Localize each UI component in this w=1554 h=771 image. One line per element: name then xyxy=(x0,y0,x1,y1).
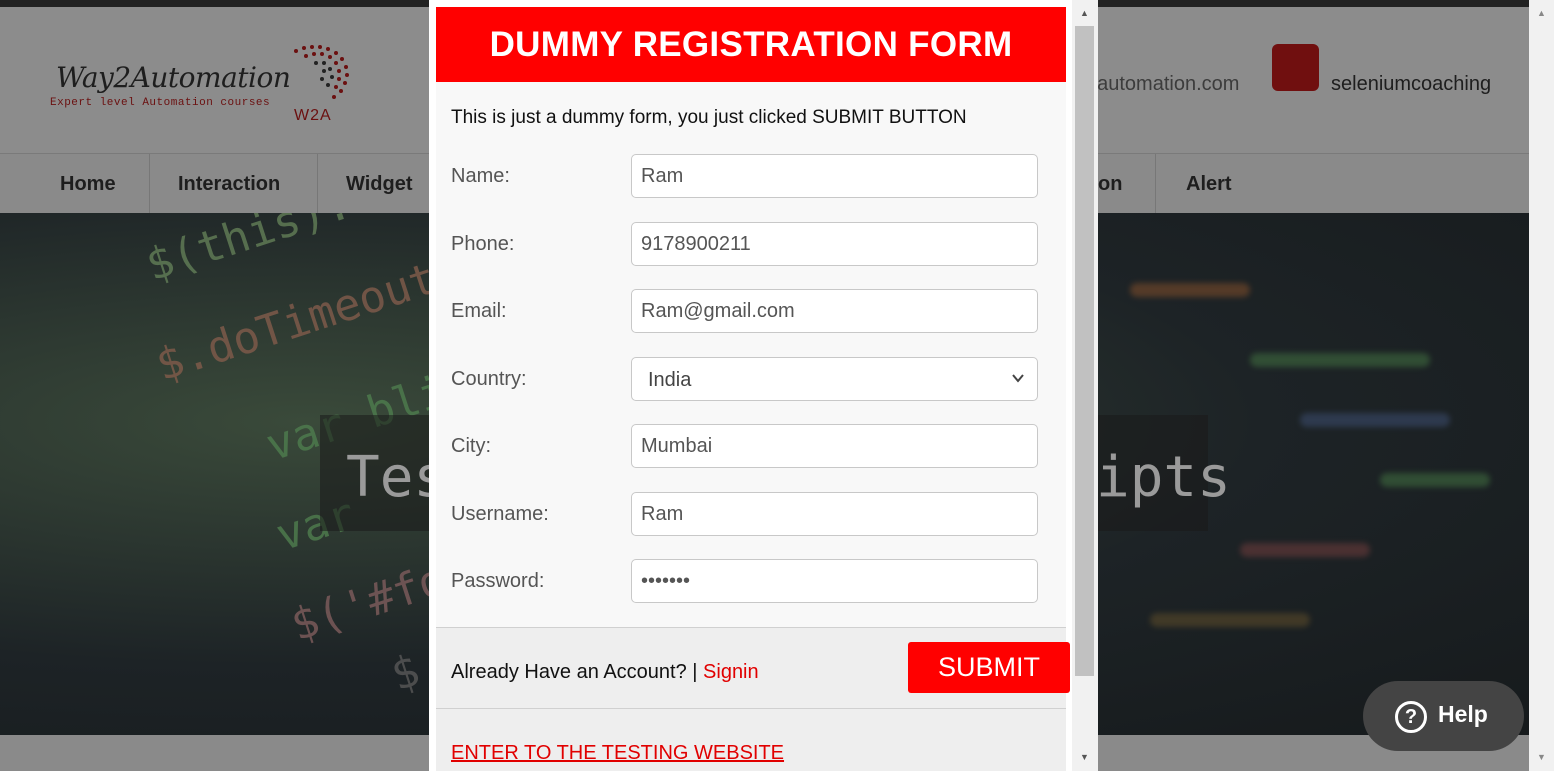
site-logo[interactable]: Way2Automation Expert level Automation c… xyxy=(30,37,370,137)
nav-item-interaction[interactable]: Interaction xyxy=(150,154,318,214)
logo-subtitle: Expert level Automation courses xyxy=(50,97,271,109)
help-label: Help xyxy=(1438,701,1488,727)
phone-label: Phone: xyxy=(451,233,515,255)
form-row-phone: Phone: xyxy=(451,222,1041,266)
account-prompt-text: Already Have an Account? | xyxy=(451,661,698,683)
nav-item-home[interactable]: Home xyxy=(0,154,150,214)
name-input[interactable] xyxy=(631,154,1038,198)
contact-email[interactable]: 2automation.com xyxy=(1086,73,1239,96)
hero-blur-bar xyxy=(1250,353,1430,367)
city-input[interactable] xyxy=(631,424,1038,468)
hero-blur-bar xyxy=(1240,543,1370,557)
country-label: Country: xyxy=(451,368,527,390)
modal-scroll-thumb[interactable] xyxy=(1075,26,1094,676)
modal-title: DUMMY REGISTRATION FORM xyxy=(489,25,1013,64)
modal-scroll-up-icon[interactable]: ▲ xyxy=(1080,8,1089,18)
country-select[interactable]: India xyxy=(631,357,1038,401)
phone-input[interactable] xyxy=(631,222,1038,266)
logo-mark-icon xyxy=(294,45,349,99)
modal-header: DUMMY REGISTRATION FORM xyxy=(436,7,1066,82)
enter-testing-website-link[interactable]: ENTER TO THE TESTING WEBSITE xyxy=(451,742,784,765)
signin-link[interactable]: Signin xyxy=(703,661,759,683)
modal-message: This is just a dummy form, you just clic… xyxy=(451,107,967,128)
modal-scroll-down-icon[interactable]: ▼ xyxy=(1080,752,1089,762)
question-icon: ? xyxy=(1395,701,1427,733)
password-label: Password: xyxy=(451,570,545,592)
hero-title-right: ipts xyxy=(1096,445,1231,510)
password-input[interactable] xyxy=(631,559,1038,603)
scroll-down-icon[interactable]: ▼ xyxy=(1537,752,1546,762)
submit-button[interactable]: SUBMIT xyxy=(908,642,1070,693)
hero-blur-bar xyxy=(1380,473,1490,487)
scroll-up-icon[interactable]: ▲ xyxy=(1537,8,1546,18)
modal-content: DUMMY REGISTRATION FORM This is just a d… xyxy=(436,7,1070,771)
account-prompt: Already Have an Account? | Signin xyxy=(451,661,759,684)
name-label: Name: xyxy=(451,165,510,187)
help-button[interactable]: ? Help xyxy=(1363,681,1524,751)
form-row-name: Name: xyxy=(451,154,1041,198)
page-scrollbar[interactable]: ▲ ▼ xyxy=(1529,0,1554,771)
contact-skype[interactable]: seleniumcoaching xyxy=(1331,73,1491,96)
form-row-password: Password: xyxy=(451,559,1041,603)
username-input[interactable] xyxy=(631,492,1038,536)
email-input[interactable] xyxy=(631,289,1038,333)
nav-item-partial[interactable]: on xyxy=(1098,154,1156,214)
hero-blur-bar xyxy=(1150,613,1310,627)
modal-scrollbar[interactable]: ▲ ▼ xyxy=(1072,0,1098,771)
hero-blur-bar xyxy=(1300,413,1450,427)
registration-modal: DUMMY REGISTRATION FORM This is just a d… xyxy=(429,0,1098,771)
form-row-username: Username: xyxy=(451,492,1041,536)
logo-w2a: W2A xyxy=(294,107,332,124)
nav-item-alert[interactable]: Alert xyxy=(1156,154,1266,214)
username-label: Username: xyxy=(451,503,549,525)
city-label: City: xyxy=(451,435,491,457)
country-select-value: India xyxy=(648,369,692,391)
email-label: Email: xyxy=(451,300,507,322)
logo-text: Way2Automation xyxy=(56,61,291,94)
form-row-email: Email: xyxy=(451,289,1041,333)
modal-footer: Already Have an Account? | Signin SUBMIT… xyxy=(436,627,1070,771)
hero-blur-bar xyxy=(1130,283,1250,297)
footer-divider xyxy=(436,708,1066,709)
form-row-city: City: xyxy=(451,424,1041,468)
chevron-down-icon xyxy=(1012,374,1024,383)
form-row-country: Country: India xyxy=(451,357,1041,401)
skype-icon[interactable] xyxy=(1272,44,1319,91)
